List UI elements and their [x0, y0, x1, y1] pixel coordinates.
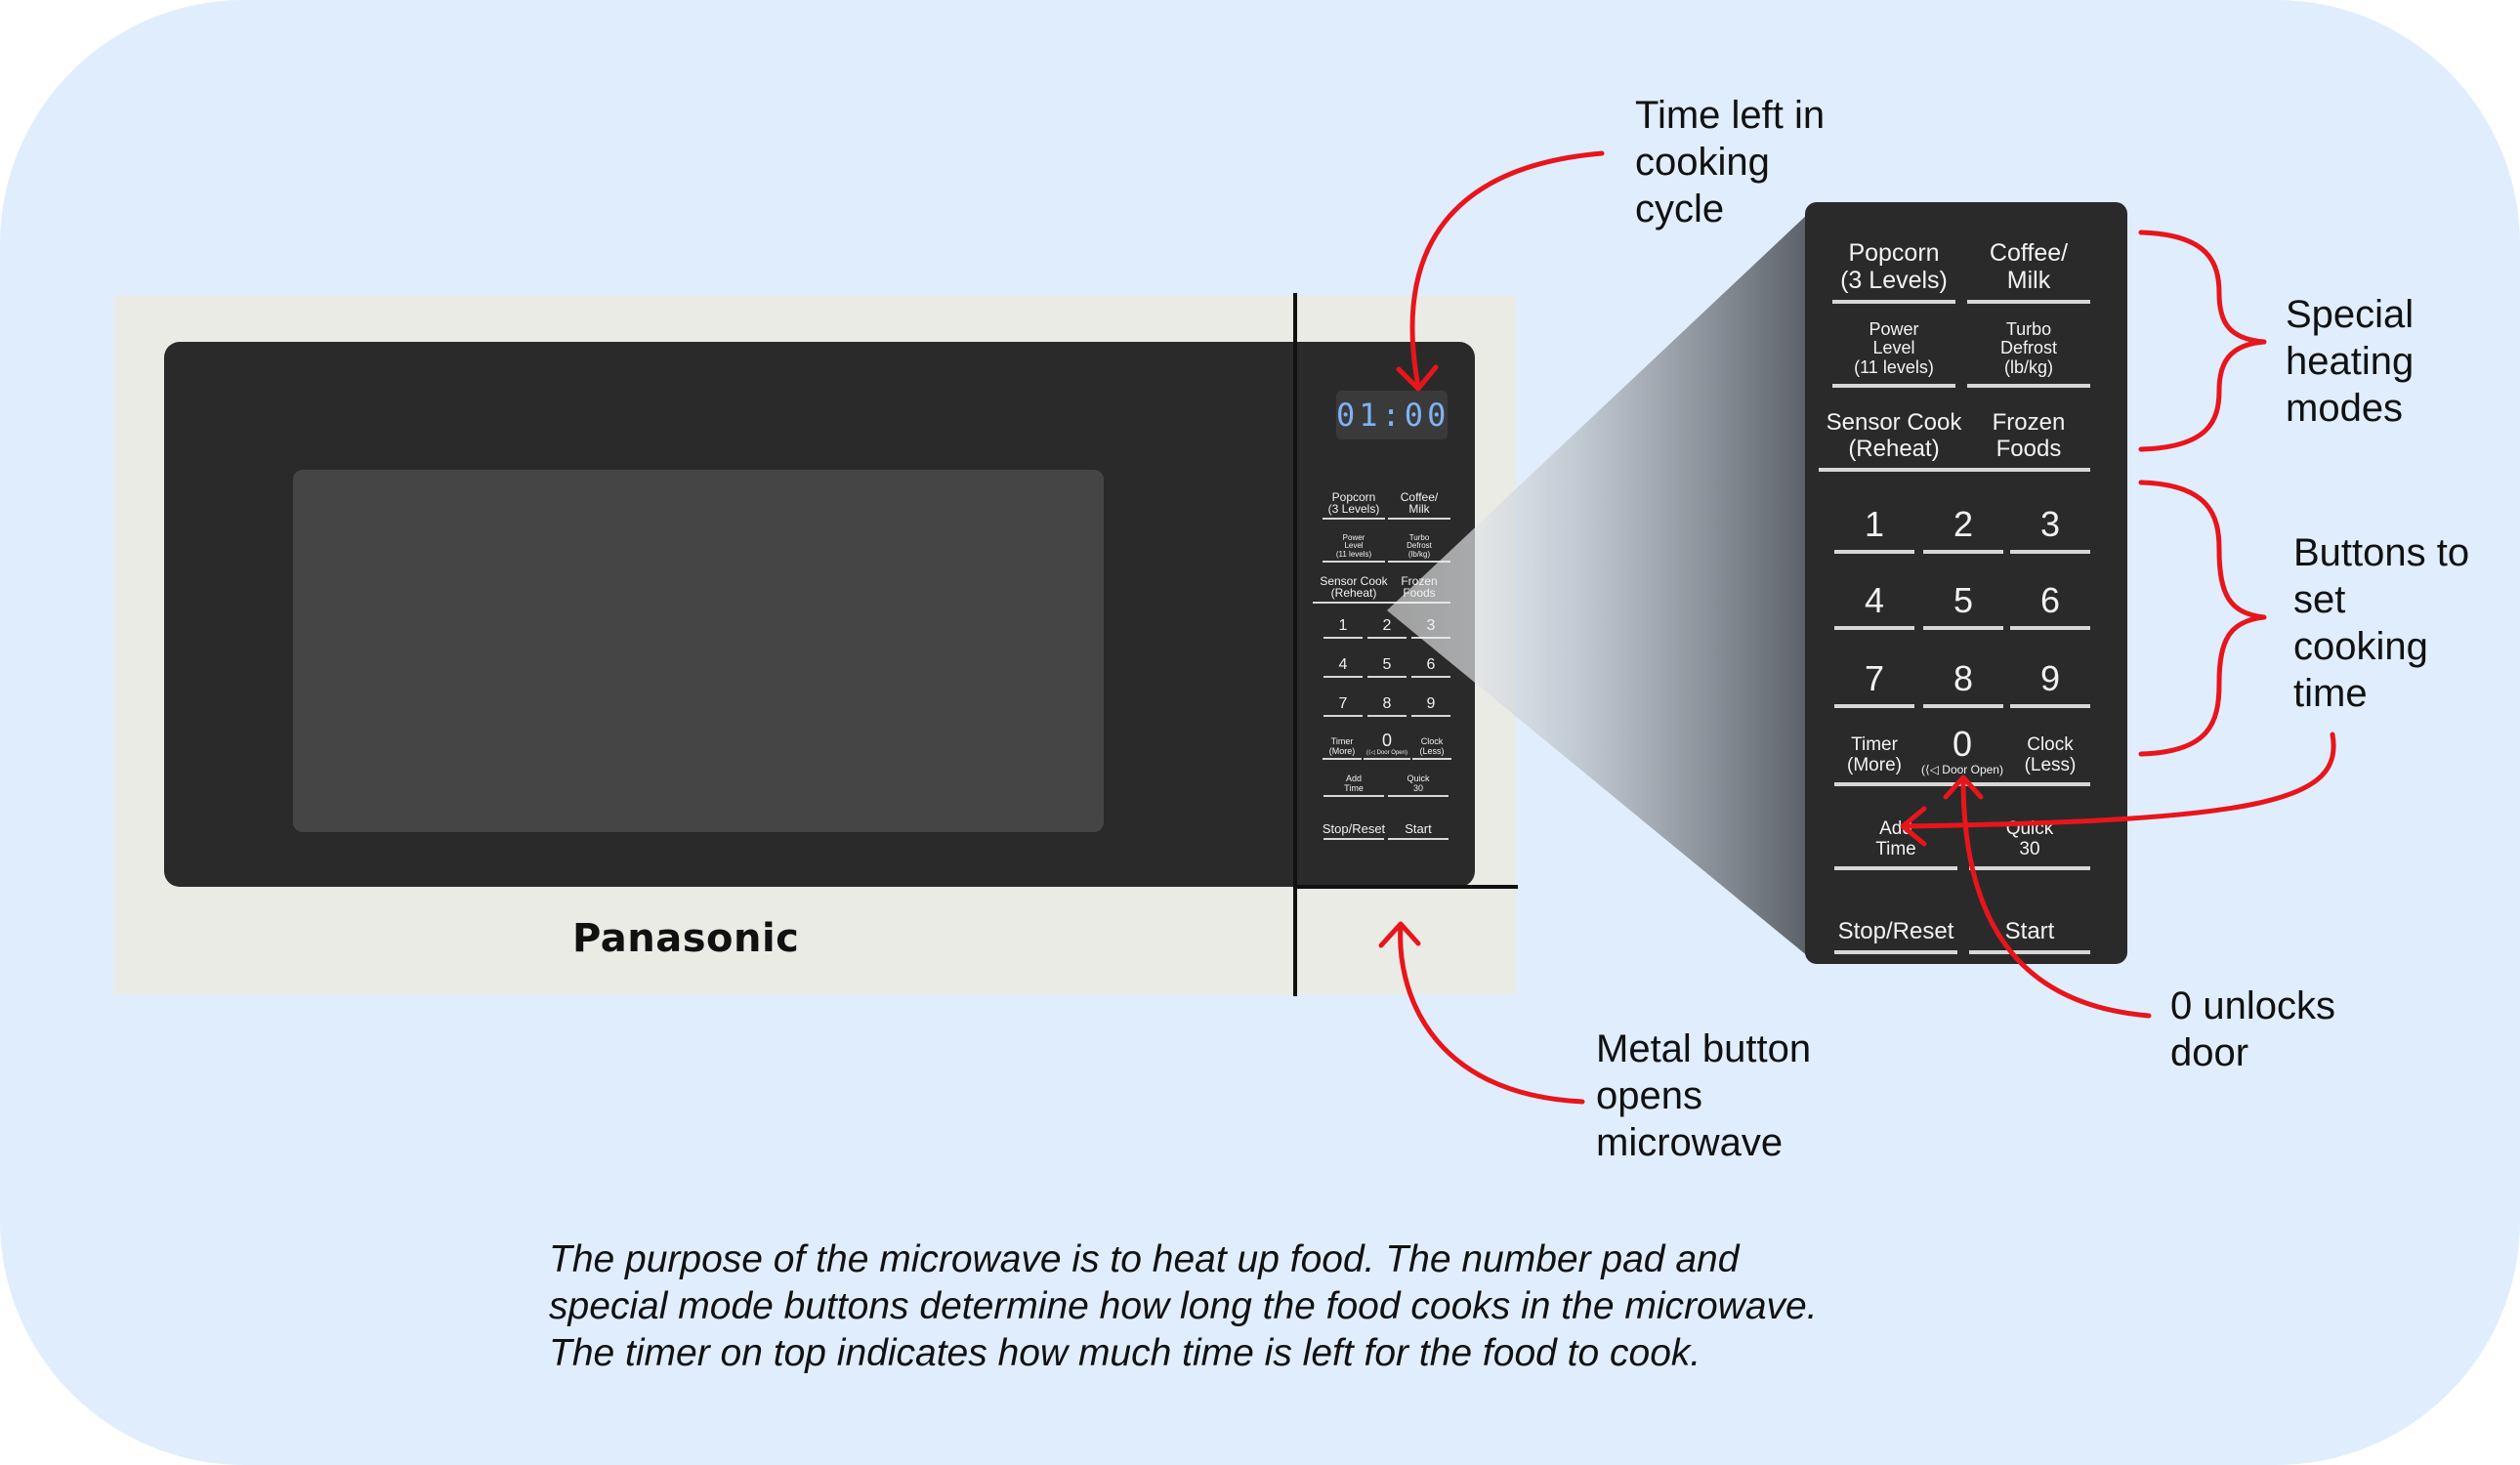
digit-2-button[interactable]: 2: [1923, 485, 2003, 554]
timer-more-button[interactable]: Timer (More): [1834, 716, 1914, 786]
digit-4-button[interactable]: 4: [1834, 562, 1914, 630]
digit-8-button[interactable]: 8: [1923, 640, 2003, 708]
special-modes-label: Special heating modes: [2286, 293, 2415, 430]
zero-door-open-button[interactable]: 0 (⟨◁ Door Open): [1911, 708, 2014, 786]
turbo-defrost-button[interactable]: Turbo Defrost (lb/kg): [1967, 304, 2090, 388]
caption-line: The purpose of the microwave is to heat …: [549, 1238, 1740, 1280]
popcorn-button[interactable]: Popcorn (3 Levels): [1832, 224, 1955, 304]
quick-30-button[interactable]: Quick 30: [1969, 798, 2090, 870]
power-level-button[interactable]: Power Level (11 levels): [1832, 304, 1955, 388]
metal-button-label: Metal button opens microwave: [1596, 1027, 1812, 1164]
coffee-milk-button[interactable]: Coffee/Milk: [1967, 224, 2090, 304]
set-time-label: Buttons to set cooking time: [2293, 531, 2470, 715]
caption: The purpose of the microwave is to heat …: [549, 1236, 2014, 1377]
caption-line: special mode buttons determine how long …: [549, 1285, 1818, 1327]
start-button[interactable]: Start: [1969, 896, 2090, 954]
digit-9-button[interactable]: 9: [2010, 640, 2090, 708]
digit-5-button[interactable]: 5: [1923, 562, 2003, 630]
digit-1-button[interactable]: 1: [1834, 485, 1914, 554]
caption-line: The timer on top indicates how much time…: [549, 1332, 1701, 1374]
digit-7-button[interactable]: 7: [1834, 640, 1914, 708]
clock-less-button[interactable]: Clock (Less): [2010, 716, 2090, 786]
digit-6-button[interactable]: 6: [2010, 562, 2090, 630]
unlock-label: 0 unlocks door: [2170, 984, 2335, 1074]
diagram-canvas: Panasonic 01:00 Popcorn (3 Levels) Coffee…: [0, 0, 2520, 1465]
frozen-foods-button[interactable]: Frozen Foods: [1967, 394, 2090, 472]
add-time-button[interactable]: Add Time: [1834, 798, 1957, 870]
digit-3-button[interactable]: 3: [2010, 485, 2090, 554]
zoomed-keypad-panel: Popcorn (3 Levels) Coffee/Milk Power Level…: [1805, 202, 2127, 964]
time-left-label: Time left in cooking cycle: [1635, 94, 1826, 230]
stop-reset-button[interactable]: Stop/Reset: [1834, 896, 1957, 954]
sensor-cook-button[interactable]: Sensor Cook (Reheat): [1819, 394, 1969, 472]
